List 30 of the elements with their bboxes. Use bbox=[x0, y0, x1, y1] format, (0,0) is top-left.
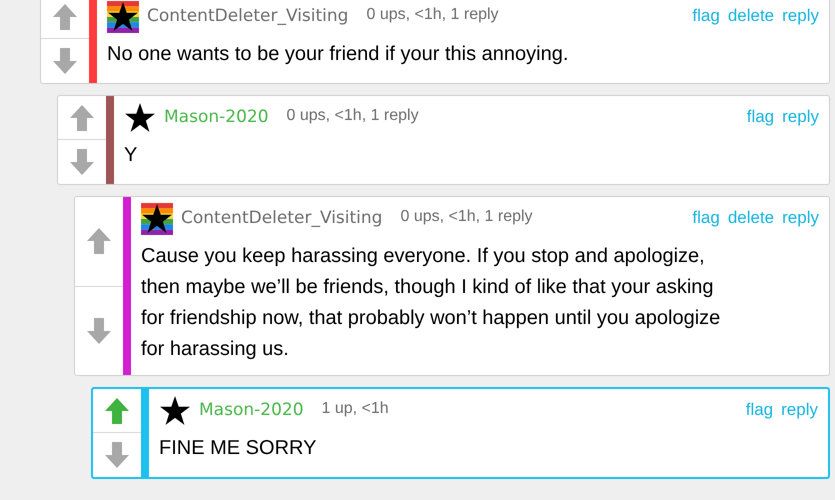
username[interactable]: ContentDeleter_Visiting bbox=[147, 4, 348, 30]
down-arrow-icon bbox=[69, 148, 95, 176]
down-arrow-icon bbox=[52, 47, 78, 75]
comment-meta: 0 ups, <1h, 1 reply bbox=[286, 106, 419, 126]
rainbow-star-avatar-icon bbox=[141, 203, 173, 235]
comment-action-link[interactable]: delete bbox=[728, 3, 774, 28]
comment-action-link[interactable]: reply bbox=[782, 205, 819, 230]
username[interactable]: Mason-2020 bbox=[164, 105, 269, 131]
comment-meta: 0 ups, <1h, 1 reply bbox=[400, 207, 533, 227]
comment-action-link[interactable]: flag bbox=[692, 205, 720, 230]
comment-text: Cause you keep harassing everyone. If you stop and apologize, then maybe we’ll be friends, though I kind of like that your asking for friendship now, that probably won’t happen until you apologize for harassing us. bbox=[141, 244, 722, 362]
comment-action-link[interactable]: reply bbox=[781, 397, 818, 422]
username[interactable]: Mason-2020 bbox=[199, 398, 304, 424]
comment-action-link[interactable]: flag bbox=[692, 3, 720, 28]
comment-action-link[interactable]: reply bbox=[782, 104, 819, 130]
comment-text: No one wants to be your friend if your this annoying. bbox=[107, 42, 570, 67]
username[interactable]: ContentDeleter_Visiting bbox=[181, 206, 382, 232]
star-avatar-icon bbox=[159, 395, 191, 427]
comment-action-link[interactable]: delete bbox=[728, 205, 774, 230]
comment-meta: 1 up, <1h bbox=[322, 399, 389, 419]
comment-action-link[interactable]: flag bbox=[746, 397, 774, 422]
comment-text: FINE ME SORRY bbox=[159, 436, 318, 461]
comment-action-link[interactable]: flag bbox=[746, 104, 774, 130]
comment-meta: 0 ups, <1h, 1 reply bbox=[366, 5, 499, 25]
comment-action-link[interactable]: reply bbox=[782, 3, 819, 28]
down-arrow-icon bbox=[104, 441, 130, 469]
star-avatar-icon bbox=[124, 102, 156, 134]
down-arrow-icon bbox=[86, 316, 112, 345]
rainbow-star-avatar-icon bbox=[107, 1, 139, 33]
comment-text: Y bbox=[124, 143, 138, 168]
